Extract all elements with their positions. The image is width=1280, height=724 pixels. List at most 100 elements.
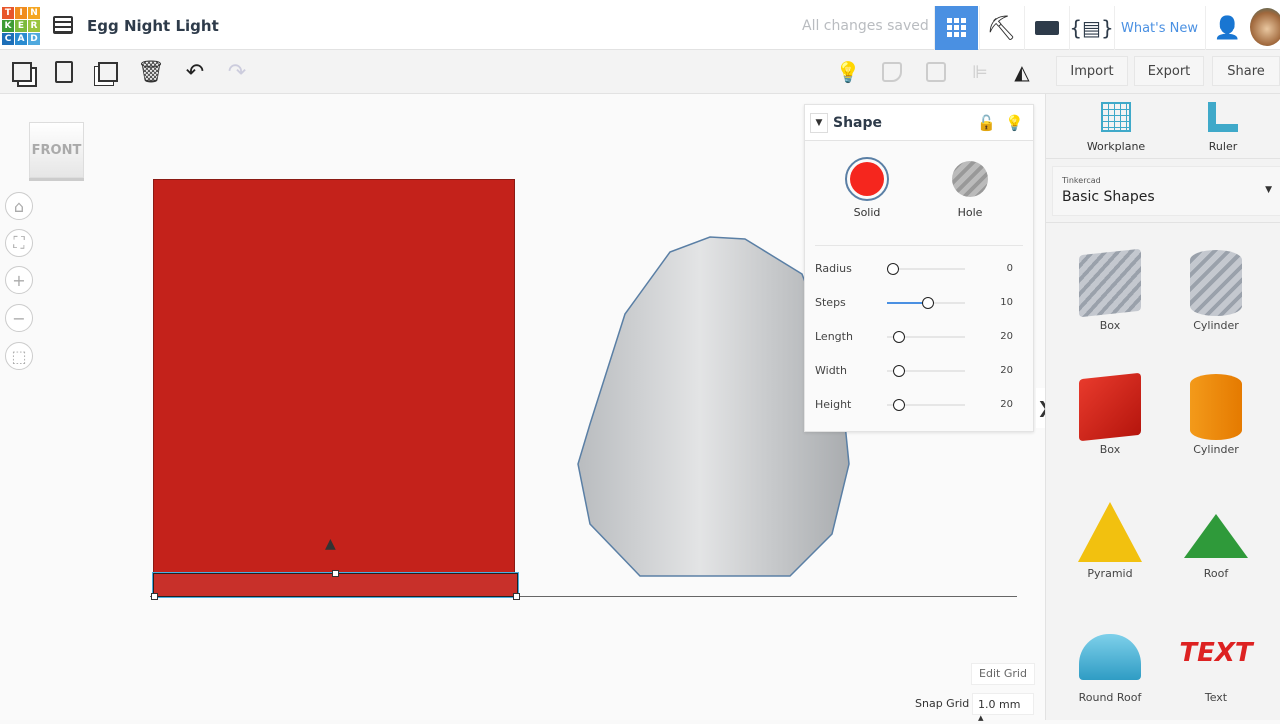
param-value[interactable]: 20 bbox=[1000, 331, 1013, 342]
pickaxe-icon: ⛏ bbox=[986, 14, 1017, 42]
snap-grid-value: 1.0 mm bbox=[978, 698, 1021, 711]
shape-box[interactable]: Box bbox=[1060, 244, 1160, 332]
red-box-shape[interactable] bbox=[153, 179, 515, 597]
edit-toolbar: 🗑 ↶ ↷ 💡 ⊫ ◭ Import Export Share bbox=[0, 50, 1280, 94]
ruler-button[interactable]: Ruler bbox=[1183, 102, 1263, 153]
param-height: Height 20 bbox=[815, 395, 1025, 415]
home-icon: ⌂ bbox=[13, 196, 25, 216]
notes-button[interactable]: 💡 bbox=[834, 58, 862, 86]
shape-box[interactable]: Box bbox=[1060, 368, 1160, 456]
shape-cylinder[interactable]: Cylinder bbox=[1166, 244, 1266, 332]
param-slider-knob[interactable] bbox=[922, 297, 935, 309]
ungroup-button[interactable] bbox=[922, 58, 950, 86]
home-view-button[interactable]: ⌂ bbox=[5, 192, 33, 220]
chevron-down-icon: ▼ bbox=[1265, 185, 1272, 195]
shape-label: Box bbox=[1099, 443, 1121, 456]
logo-letter: T bbox=[2, 7, 14, 19]
braces-icon: {▤} bbox=[1069, 16, 1114, 40]
3d-view-button[interactable] bbox=[934, 6, 978, 50]
param-value[interactable]: 20 bbox=[1000, 399, 1013, 410]
move-handle-icon[interactable]: ▲ bbox=[325, 536, 336, 552]
param-slider-knob[interactable] bbox=[887, 263, 899, 275]
hole-button[interactable] bbox=[952, 161, 988, 197]
solid-swatch bbox=[850, 162, 884, 196]
shape-text[interactable]: TEXT Text bbox=[1166, 616, 1266, 704]
align-button[interactable]: ⊫ bbox=[966, 58, 994, 86]
param-slider-knob[interactable] bbox=[893, 365, 906, 377]
copy-button[interactable] bbox=[8, 58, 36, 86]
paste-button[interactable] bbox=[50, 58, 78, 86]
lightbulb-icon[interactable]: 💡 bbox=[1005, 114, 1024, 132]
unlock-icon[interactable]: 🔓 bbox=[977, 114, 996, 132]
delete-button[interactable]: 🗑 bbox=[137, 58, 165, 86]
collapse-inspector-button[interactable]: ▼ bbox=[810, 113, 828, 133]
logo-letter: R bbox=[28, 20, 40, 32]
shape-cylinder[interactable]: Cylinder bbox=[1166, 368, 1266, 456]
snap-grid-label: Snap Grid bbox=[915, 697, 970, 710]
workplane-button[interactable]: Workplane bbox=[1076, 102, 1156, 153]
ruler-label: Ruler bbox=[1208, 140, 1238, 153]
resize-handle[interactable] bbox=[513, 593, 520, 600]
workplane-icon bbox=[1101, 102, 1131, 132]
zoom-in-button[interactable]: + bbox=[5, 266, 33, 294]
ruler-icon bbox=[1208, 102, 1238, 132]
brick-icon bbox=[1034, 21, 1059, 35]
share-button[interactable]: Share bbox=[1212, 56, 1280, 86]
library-name: Basic Shapes bbox=[1062, 189, 1155, 205]
text-shape-icon: TEXT bbox=[1179, 638, 1253, 668]
param-value[interactable]: 20 bbox=[1000, 365, 1013, 376]
avatar[interactable] bbox=[1250, 8, 1280, 46]
bricks-button[interactable] bbox=[1024, 6, 1068, 50]
mirror-button[interactable]: ◭ bbox=[1008, 58, 1036, 86]
box-shape-icon bbox=[1075, 244, 1145, 319]
codeblocks-button[interactable]: ⛏ bbox=[979, 6, 1023, 50]
fit-view-button[interactable]: ⛶ bbox=[5, 229, 33, 257]
workplane-label: Workplane bbox=[1086, 140, 1146, 153]
import-button[interactable]: Import bbox=[1056, 56, 1128, 86]
invite-user-button[interactable]: 👤 bbox=[1205, 6, 1249, 50]
minus-icon: − bbox=[12, 308, 26, 328]
projection-button[interactable]: ⬚ bbox=[5, 342, 33, 370]
shape-pyramid[interactable]: Pyramid bbox=[1060, 492, 1160, 580]
lightbulb-icon: 💡 bbox=[835, 60, 861, 84]
param-slider-knob[interactable] bbox=[893, 399, 906, 411]
param-value[interactable]: 10 bbox=[1000, 297, 1013, 308]
view-cube[interactable]: FRONT bbox=[29, 122, 84, 178]
library-source: Tinkercad bbox=[1062, 176, 1101, 185]
design-title[interactable]: Egg Night Light bbox=[87, 17, 219, 35]
solid-button[interactable] bbox=[845, 157, 889, 201]
logo-letter: D bbox=[28, 33, 40, 45]
lessons-button[interactable]: {▤} bbox=[1069, 6, 1114, 50]
logo-letter: E bbox=[15, 20, 27, 32]
divider bbox=[815, 245, 1023, 246]
param-slider-knob[interactable] bbox=[893, 331, 906, 343]
whats-new-link[interactable]: What's New bbox=[1114, 6, 1204, 50]
param-value[interactable]: 0 bbox=[1007, 263, 1013, 274]
design-list-icon[interactable] bbox=[53, 16, 73, 34]
shape-label: Pyramid bbox=[1087, 567, 1133, 580]
resize-handle[interactable] bbox=[151, 593, 158, 600]
logo-letter: N bbox=[28, 7, 40, 19]
cylinder-shape-icon bbox=[1181, 368, 1251, 443]
edit-grid-button[interactable]: Edit Grid bbox=[971, 663, 1035, 685]
snap-grid-select[interactable]: 1.0 mm ▴ bbox=[972, 693, 1034, 724]
tinkercad-logo[interactable]: T I N K E R C A D bbox=[2, 7, 40, 45]
param-label: Width bbox=[815, 364, 847, 377]
shape-library-select[interactable]: Tinkercad Basic Shapes ▼ bbox=[1052, 166, 1280, 216]
export-button[interactable]: Export bbox=[1134, 56, 1204, 86]
duplicate-icon bbox=[98, 62, 118, 82]
duplicate-button[interactable] bbox=[94, 58, 122, 86]
mirror-icon: ◭ bbox=[1014, 60, 1030, 84]
shape-round-roof[interactable]: Round Roof bbox=[1060, 616, 1160, 704]
perspective-icon: ⬚ bbox=[11, 346, 27, 366]
resize-handle[interactable] bbox=[332, 570, 339, 577]
hole-label: Hole bbox=[957, 206, 983, 219]
paste-icon bbox=[55, 61, 73, 83]
plus-icon: + bbox=[12, 270, 26, 290]
redo-button[interactable]: ↷ bbox=[223, 58, 251, 86]
divider bbox=[1046, 222, 1280, 223]
undo-button[interactable]: ↶ bbox=[181, 58, 209, 86]
shape-roof[interactable]: Roof bbox=[1166, 492, 1266, 580]
zoom-out-button[interactable]: − bbox=[5, 304, 33, 332]
group-button[interactable] bbox=[878, 58, 906, 86]
